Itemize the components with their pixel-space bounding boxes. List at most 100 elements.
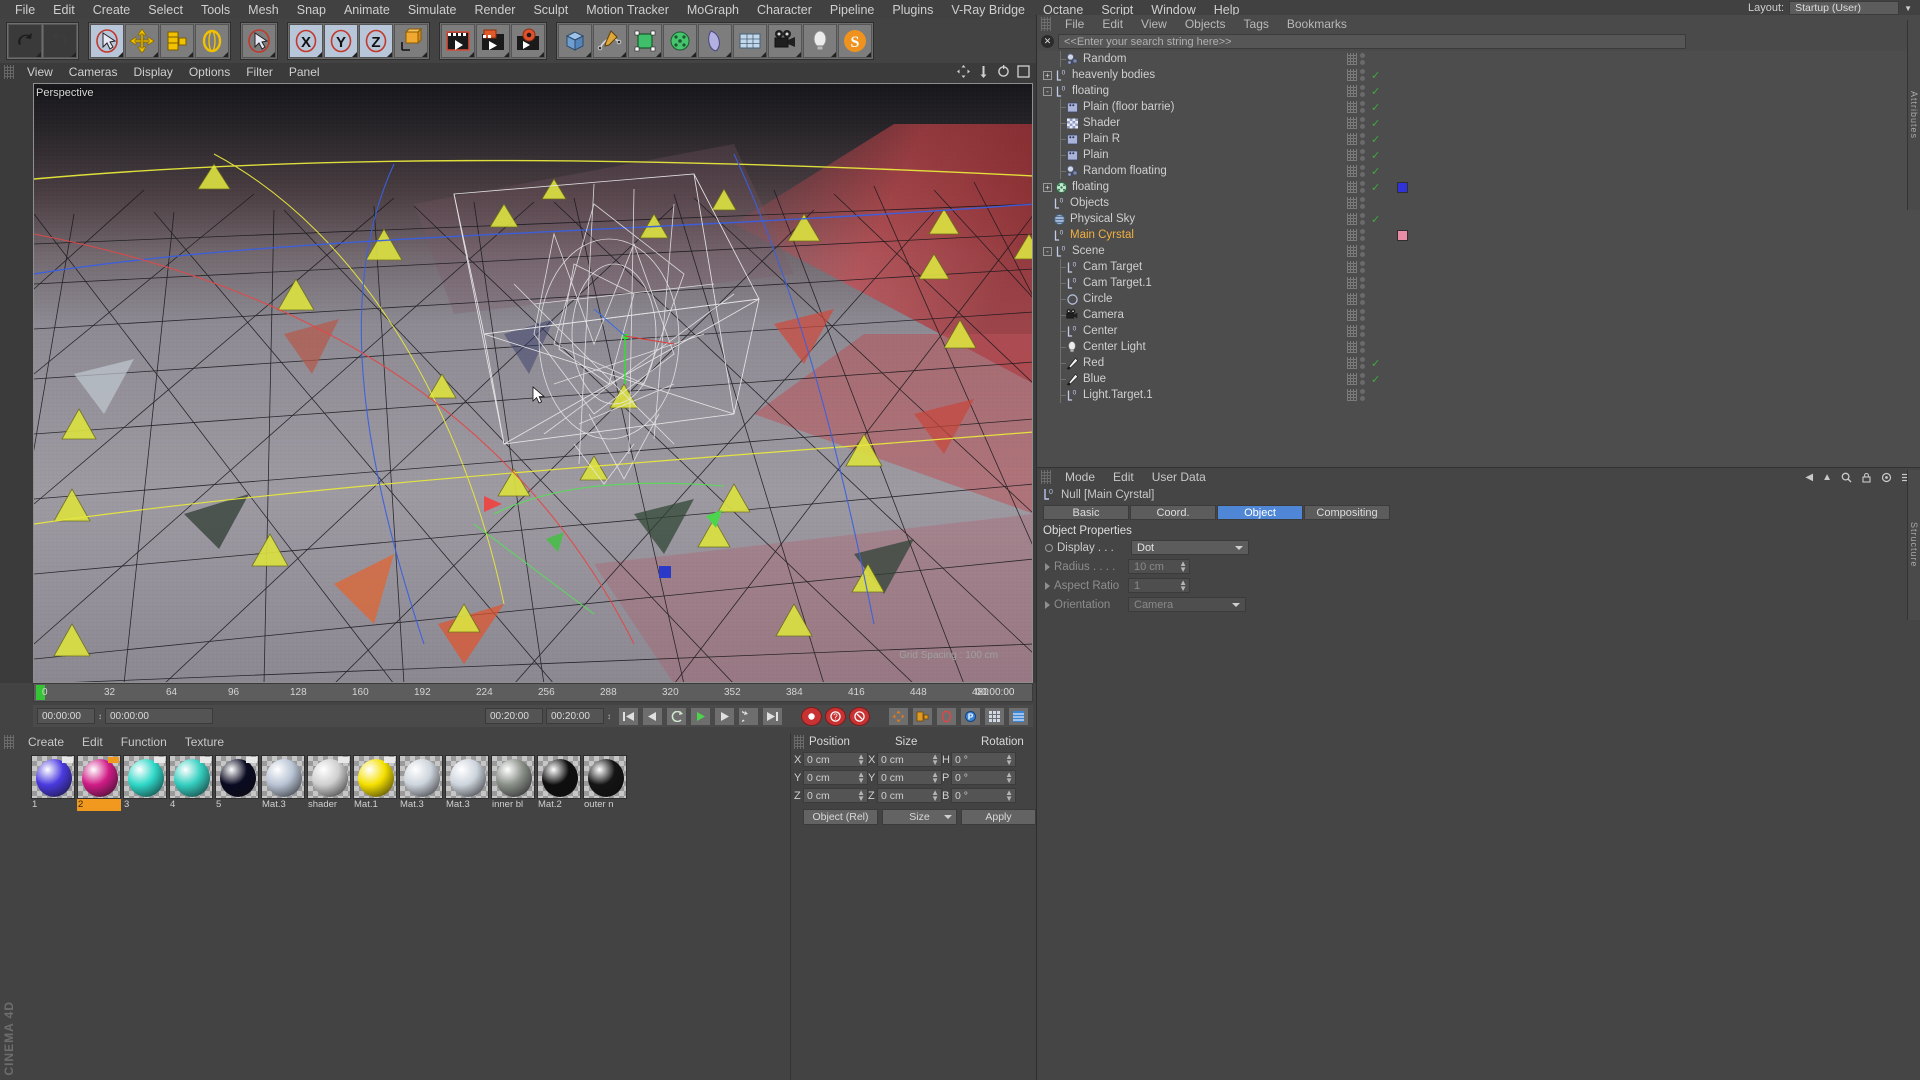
coord-size-input[interactable]: 0 cm▲▼ xyxy=(877,788,942,803)
material-thumbnail[interactable] xyxy=(445,755,489,799)
object-visibility-toggle[interactable] xyxy=(1357,340,1367,354)
attribute-tab-object[interactable]: Object xyxy=(1217,505,1303,520)
object-menu-bookmarks[interactable]: Bookmarks xyxy=(1278,17,1356,31)
object-row-grip-icon[interactable] xyxy=(1347,229,1357,241)
chevron-down-icon[interactable] xyxy=(1232,603,1240,607)
object-enabled-check-icon[interactable]: ✓ xyxy=(1371,165,1380,178)
pin-icon[interactable] xyxy=(1881,472,1892,483)
transport-go-to-start[interactable] xyxy=(618,707,639,726)
object-tree-row[interactable]: Plain ✓ xyxy=(1037,147,1920,163)
material-name[interactable]: shader xyxy=(307,799,351,811)
menu-item-snap[interactable]: Snap xyxy=(288,2,335,18)
coord-position-input[interactable]: 0 cm▲▼ xyxy=(803,770,868,785)
material-thumbnail[interactable] xyxy=(537,755,581,799)
coordinates-gripper-icon[interactable] xyxy=(794,735,804,749)
material-name[interactable]: Mat.2 xyxy=(537,799,581,811)
attribute-menu-user-data[interactable]: User Data xyxy=(1143,470,1215,484)
coord-spinner-icon[interactable]: ▲▼ xyxy=(857,754,865,766)
pan-icon[interactable] xyxy=(957,65,970,78)
object-name[interactable]: Plain xyxy=(1083,149,1109,161)
coord-rotation-input[interactable]: 0 °▲▼ xyxy=(951,770,1016,785)
object-name[interactable]: Main Cyrstal xyxy=(1070,229,1134,241)
material-name[interactable]: outer n xyxy=(583,799,627,811)
object-row-grip-icon[interactable] xyxy=(1347,357,1357,369)
object-visibility-toggle[interactable] xyxy=(1357,196,1367,210)
toolbar-render-settings-button[interactable] xyxy=(511,24,545,58)
viewport-menu-view[interactable]: View xyxy=(19,65,61,79)
coord-spinner-icon[interactable]: ▲▼ xyxy=(1005,772,1013,784)
material-name[interactable]: 1 xyxy=(31,799,75,811)
viewport-menu-filter[interactable]: Filter xyxy=(238,65,281,79)
object-name[interactable]: Cam Target.1 xyxy=(1083,277,1152,289)
record-keyframe-selection[interactable] xyxy=(849,707,870,726)
property-input[interactable]: 1▲▼ xyxy=(1128,578,1190,593)
material-thumbnail[interactable] xyxy=(583,755,627,799)
material-item[interactable]: Mat.3 xyxy=(261,755,305,811)
property-spinner-icon[interactable]: ▲▼ xyxy=(1179,561,1187,573)
toolbar-camera-button[interactable] xyxy=(768,24,802,58)
toolbar-spline-pen-button[interactable] xyxy=(593,24,627,58)
toolbar-scale-button[interactable] xyxy=(160,24,194,58)
object-name[interactable]: Physical Sky xyxy=(1070,213,1135,225)
object-name[interactable]: Red xyxy=(1083,357,1104,369)
material-item[interactable]: Mat.3 xyxy=(399,755,443,811)
object-tree-row[interactable]: Camera xyxy=(1037,307,1920,323)
object-visibility-toggle[interactable] xyxy=(1357,148,1367,162)
viewport-menu-display[interactable]: Display xyxy=(125,65,180,79)
material-menu-create[interactable]: Create xyxy=(19,735,73,749)
object-name[interactable]: Light.Target.1 xyxy=(1083,389,1153,401)
object-name[interactable]: floating xyxy=(1072,85,1109,97)
toolbar-render-region-button[interactable] xyxy=(476,24,510,58)
object-row-grip-icon[interactable] xyxy=(1347,373,1357,385)
object-enabled-check-icon[interactable]: ✓ xyxy=(1371,149,1380,162)
object-visibility-toggle[interactable] xyxy=(1357,180,1367,194)
menu-item-v-ray-bridge[interactable]: V-Ray Bridge xyxy=(942,2,1034,18)
attribute-tab-coord[interactable]: Coord. xyxy=(1130,505,1216,520)
object-enabled-check-icon[interactable]: ✓ xyxy=(1371,181,1380,194)
object-name[interactable]: heavenly bodies xyxy=(1072,69,1155,81)
material-name[interactable]: Mat.3 xyxy=(261,799,305,811)
toolbar-nurbs-button[interactable] xyxy=(628,24,662,58)
right-tab-attributes[interactable]: Attributes xyxy=(1907,20,1920,210)
object-visibility-toggle[interactable] xyxy=(1357,388,1367,402)
attribute-gripper-icon[interactable] xyxy=(1041,470,1051,484)
menu-item-tools[interactable]: Tools xyxy=(192,2,239,18)
tree-expander-minus-icon[interactable]: - xyxy=(1043,247,1052,256)
object-menu-view[interactable]: View xyxy=(1132,17,1176,31)
keyparam-rotation-key[interactable] xyxy=(936,707,957,726)
object-name[interactable]: Shader xyxy=(1083,117,1120,129)
toolbar-render-view-button[interactable] xyxy=(441,24,475,58)
object-color-swatch[interactable] xyxy=(1397,182,1408,193)
object-tree-row[interactable]: 0Main Cyrstal xyxy=(1037,227,1920,243)
layout-value[interactable]: Startup (User) xyxy=(1789,1,1899,15)
material-item[interactable]: 2 xyxy=(77,755,121,811)
maximize-view-icon[interactable] xyxy=(1017,65,1030,78)
property-dropdown[interactable]: Dot xyxy=(1131,540,1249,555)
transport-play[interactable] xyxy=(690,707,711,726)
object-visibility-toggle[interactable] xyxy=(1357,372,1367,386)
coord-spinner-icon[interactable]: ▲▼ xyxy=(1005,754,1013,766)
object-name[interactable]: Blue xyxy=(1083,373,1106,385)
object-name[interactable]: Plain (floor barrie) xyxy=(1083,101,1174,113)
material-name[interactable]: 3 xyxy=(123,799,167,811)
object-name[interactable]: Cam Target xyxy=(1083,261,1142,273)
menu-item-create[interactable]: Create xyxy=(84,2,140,18)
object-tree-row[interactable]: 0Light.Target.1 xyxy=(1037,387,1920,403)
object-tree-row[interactable]: 0Center xyxy=(1037,323,1920,339)
object-row-grip-icon[interactable] xyxy=(1347,261,1357,273)
object-row-grip-icon[interactable] xyxy=(1347,101,1357,113)
transport-step-forward[interactable] xyxy=(714,707,735,726)
material-thumbnail[interactable] xyxy=(399,755,443,799)
coord-mode-dropdown[interactable]: Object (Rel) xyxy=(803,809,878,825)
dolly-icon[interactable] xyxy=(977,65,990,78)
toolbar-deformer-button[interactable] xyxy=(663,24,697,58)
object-tree-row[interactable]: 0Cam Target.1 xyxy=(1037,275,1920,291)
object-name[interactable]: Circle xyxy=(1083,293,1112,305)
menu-item-pipeline[interactable]: Pipeline xyxy=(821,2,883,18)
object-menu-file[interactable]: File xyxy=(1056,17,1093,31)
object-tree-row[interactable]: 0Cam Target xyxy=(1037,259,1920,275)
object-visibility-toggle[interactable] xyxy=(1357,100,1367,114)
menu-item-sculpt[interactable]: Sculpt xyxy=(524,2,577,18)
keyparam-scale-key[interactable] xyxy=(912,707,933,726)
coord-apply-button[interactable]: Apply xyxy=(961,809,1036,825)
